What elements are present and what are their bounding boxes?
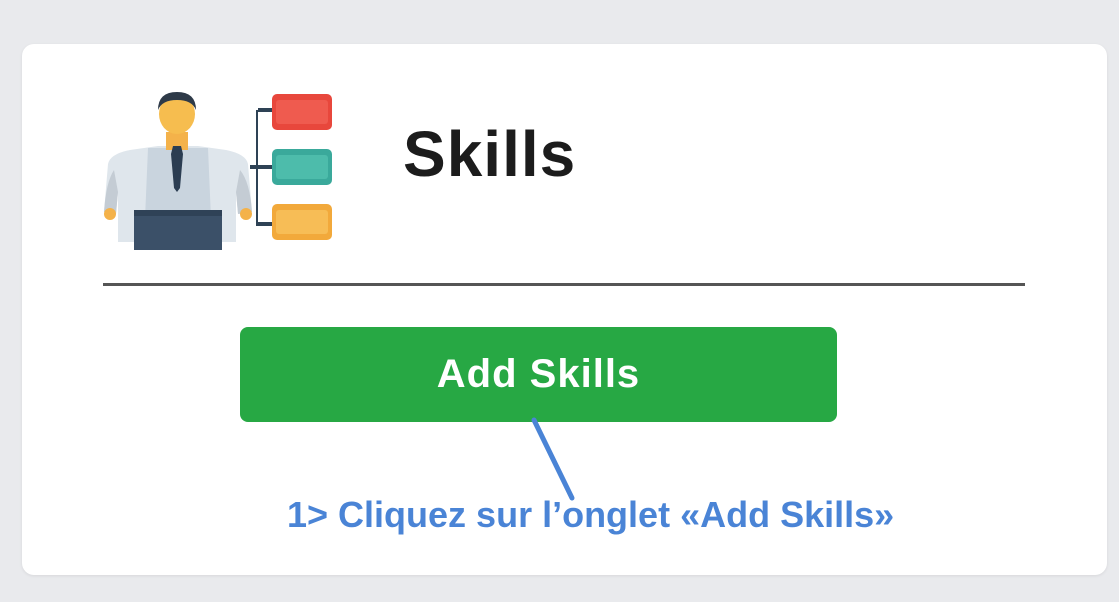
skills-person-list-icon	[100, 92, 340, 250]
skills-illustration	[104, 92, 332, 250]
page-title: Skills	[403, 118, 577, 190]
divider	[103, 283, 1025, 286]
annotation-text: 1> Cliquez sur l’onglet «Add Skills»	[287, 494, 895, 535]
add-skills-button[interactable]: Add Skills	[240, 327, 837, 422]
